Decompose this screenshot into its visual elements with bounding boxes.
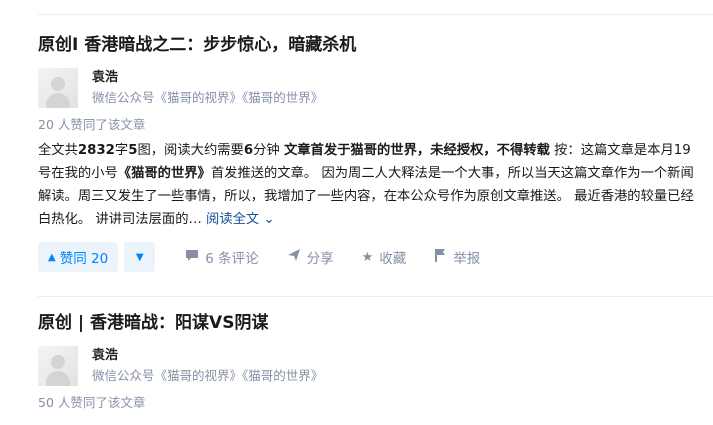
article-title[interactable]: 原创I 香港暗战之二：步步惊心，暗藏杀机 <box>38 34 698 56</box>
article-divider <box>38 296 713 297</box>
flag-icon <box>434 248 447 266</box>
collect-label: 收藏 <box>379 251 407 267</box>
author-row: 袁浩 微信公众号《猫哥的视界》《猫哥的世界》 <box>38 346 698 386</box>
avatar-head-shape <box>51 355 65 369</box>
avatar[interactable] <box>38 68 78 108</box>
collect-button[interactable]: ★ 收藏 <box>361 247 407 268</box>
author-bio: 微信公众号《猫哥的视界》《猫哥的世界》 <box>92 368 324 383</box>
vote-count-text: 20 人赞同了该文章 <box>38 117 146 132</box>
vote-count-text: 50 人赞同了该文章 <box>38 395 146 410</box>
report-button[interactable]: 举报 <box>434 247 480 267</box>
vote-up-label: 赞同 20 <box>59 251 109 267</box>
article-excerpt[interactable]: 全文共2832字5图，阅读大约需要6分钟 文章首发于猫哥的世界，未经授权，不得转… <box>38 139 698 231</box>
read-more-link[interactable]: 阅读全文 ⌄ <box>202 212 275 227</box>
article-title[interactable]: 原创 | 香港暗战：阳谋VS阴谋 <box>38 312 698 334</box>
avatar-body-shape <box>46 371 70 386</box>
excerpt-bold: 《猫哥的世界》 <box>117 166 211 181</box>
report-label: 举报 <box>453 251 481 267</box>
excerpt-text: 图，阅读大约需要 <box>137 143 244 158</box>
article-card: 原创 | 香港暗战：阳谋VS阴谋 袁浩 微信公众号《猫哥的视界》《猫哥的世界》 … <box>38 312 698 412</box>
comments-button[interactable]: 6 条评论 <box>185 247 259 267</box>
share-icon <box>287 248 301 266</box>
vote-down-button[interactable]: ▼ <box>124 242 156 272</box>
feed: 原创I 香港暗战之二：步步惊心，暗藏杀机 袁浩 微信公众号《猫哥的视界》《猫哥的… <box>0 0 713 425</box>
author-row: 袁浩 微信公众号《猫哥的视界》《猫哥的世界》 <box>38 68 698 108</box>
share-button[interactable]: 分享 <box>287 247 334 267</box>
share-label: 分享 <box>306 251 334 267</box>
author-info: 袁浩 微信公众号《猫哥的视界》《猫哥的世界》 <box>92 68 323 107</box>
excerpt-bold: 6 <box>243 143 254 158</box>
author-name[interactable]: 袁浩 <box>92 69 323 87</box>
excerpt-bold: 2832 <box>77 143 115 158</box>
article-card: 原创I 香港暗战之二：步步惊心，暗藏杀机 袁浩 微信公众号《猫哥的视界》《猫哥的… <box>38 34 698 272</box>
triangle-up-icon: ▲ <box>48 251 56 263</box>
excerpt-text: 分钟 <box>253 143 284 158</box>
vote-up-button[interactable]: ▲ 赞同 20 <box>38 242 119 272</box>
star-icon: ★ <box>361 249 374 265</box>
action-bar: ▲ 赞同 20 ▼ 6 条评论 分享 ★ 收藏 举报 <box>38 242 698 272</box>
triangle-down-icon: ▼ <box>135 251 144 263</box>
comment-icon <box>185 248 199 266</box>
top-divider <box>38 14 713 15</box>
avatar-body-shape <box>46 93 70 108</box>
avatar-placeholder <box>38 346 78 386</box>
avatar-placeholder <box>38 68 78 108</box>
excerpt-bold: 文章首发于猫哥的世界，未经授权，不得转载 <box>283 143 550 158</box>
excerpt-text: 字 <box>114 143 129 158</box>
excerpt-text: 全文共 <box>38 143 78 158</box>
author-bio: 微信公众号《猫哥的视界》《猫哥的世界》 <box>92 90 324 105</box>
comments-label: 6 条评论 <box>205 251 259 267</box>
avatar[interactable] <box>38 346 78 386</box>
author-info: 袁浩 微信公众号《猫哥的视界》《猫哥的世界》 <box>92 346 323 385</box>
author-name[interactable]: 袁浩 <box>92 347 323 365</box>
avatar-head-shape <box>51 77 65 91</box>
